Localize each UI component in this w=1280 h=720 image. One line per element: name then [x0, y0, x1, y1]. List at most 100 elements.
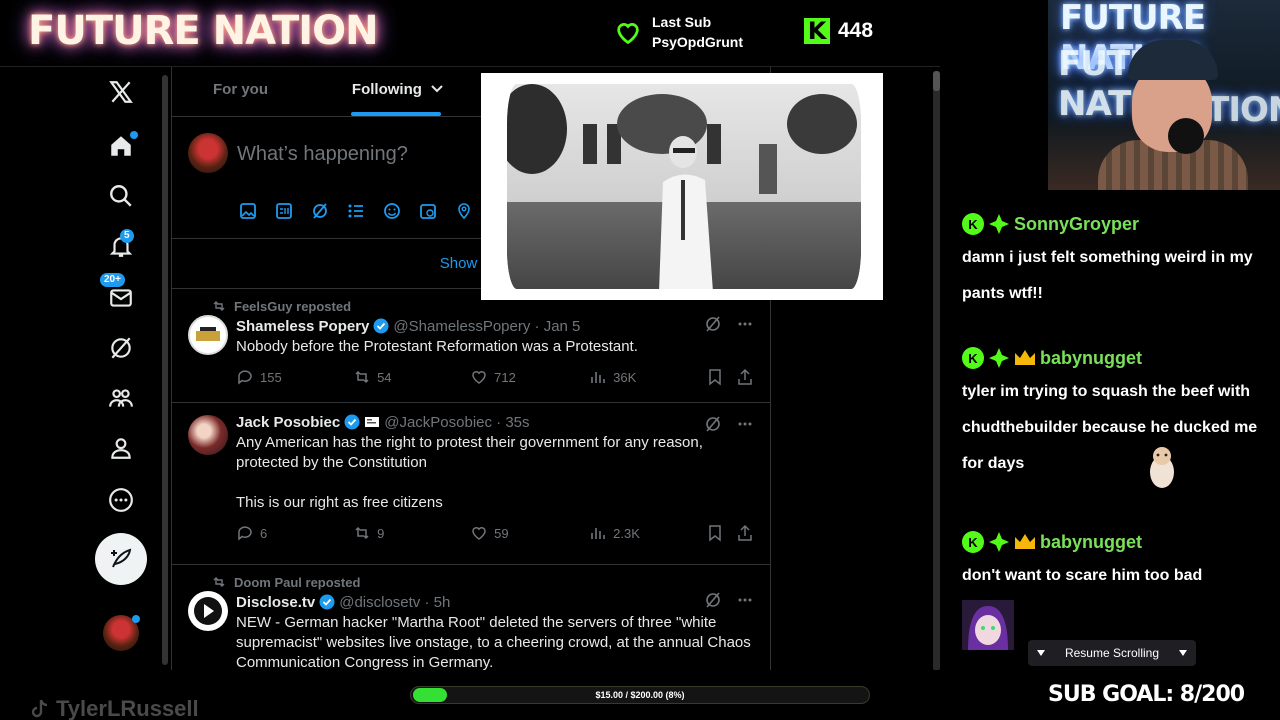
- post-handle-time[interactable]: @disclosetv · 5h: [339, 594, 450, 611]
- overlay-top-bar: FUTURE NATION Last Sub PsyOpdGrunt K 448: [0, 0, 940, 66]
- x-logo-icon[interactable]: [106, 77, 136, 107]
- post-handle-time[interactable]: @ShamelessPopery · Jan 5: [393, 318, 580, 335]
- post-avatar[interactable]: [188, 591, 228, 631]
- stream-chat: K SonnyGroyper damn i just felt somethin…: [942, 190, 1280, 670]
- microphone: [1168, 118, 1204, 154]
- view-count: 36K: [613, 369, 637, 385]
- page-scrollbar[interactable]: [933, 71, 940, 671]
- notifications-icon[interactable]: 5: [106, 229, 136, 261]
- bookmark-button[interactable]: [706, 368, 736, 386]
- grok-icon[interactable]: [106, 333, 136, 363]
- emoji-icon[interactable]: [382, 201, 402, 221]
- more-options-icon[interactable]: [736, 415, 754, 433]
- overlay-bottom-bar: TylerLRussell $15.00 / $200.00 (8%) SUB …: [0, 670, 1280, 720]
- tiktok-icon: [31, 699, 48, 718]
- poll-icon[interactable]: [346, 201, 366, 221]
- like-count: 59: [494, 525, 509, 541]
- post-author-name[interactable]: Shameless Popery: [236, 318, 369, 335]
- post[interactable]: Doom Paul reposted Disclose.tv @disclose…: [172, 565, 770, 671]
- more-options-icon[interactable]: [736, 591, 754, 609]
- post-header: Jack Posobiec @JackPosobiec · 35s: [236, 411, 754, 433]
- repost-button[interactable]: 9: [353, 524, 470, 542]
- more-icon[interactable]: [106, 485, 136, 515]
- chat-text: tyler im trying to squash the beef with …: [962, 383, 1258, 472]
- chat-username[interactable]: babynugget: [1040, 348, 1142, 369]
- chat-message: K babynugget don't want to scare him too…: [962, 528, 1262, 650]
- reply-button[interactable]: 6: [236, 524, 353, 542]
- chevron-down-icon: [431, 85, 443, 93]
- composer-toolbar: [238, 201, 474, 221]
- verified-badge-icon: [319, 594, 335, 610]
- share-button[interactable]: [736, 524, 754, 542]
- chat-text: damn i just felt something weird in my p…: [962, 249, 1253, 302]
- reply-button[interactable]: 155: [236, 368, 353, 386]
- post-handle-time[interactable]: @JackPosobiec · 35s: [384, 414, 529, 431]
- share-button[interactable]: [736, 368, 754, 386]
- bookmark-button[interactable]: [706, 524, 736, 542]
- left-navigation: 5 20+: [0, 67, 170, 671]
- sidebar-scrollbar[interactable]: [162, 75, 168, 665]
- account-status-dot: [132, 615, 140, 623]
- post-avatar[interactable]: [188, 415, 228, 455]
- anime-emote-icon: [962, 600, 1014, 650]
- gif-icon[interactable]: [274, 201, 294, 221]
- account-avatar[interactable]: [103, 615, 140, 651]
- brand-logo: FUTURE NATION: [28, 8, 379, 54]
- repost-count: 54: [377, 369, 392, 385]
- view-count: 2.3K: [613, 525, 640, 541]
- home-icon[interactable]: [106, 131, 138, 161]
- chat-username-row: K babynugget: [962, 344, 1262, 372]
- reply-count: 155: [260, 369, 282, 385]
- views-button[interactable]: 36K: [589, 368, 706, 386]
- post[interactable]: FeelsGuy reposted Shameless Popery @Sham…: [172, 289, 770, 403]
- tab-for-you[interactable]: For you: [172, 67, 309, 116]
- active-tab-underline: [351, 112, 441, 116]
- more-options-icon[interactable]: [736, 315, 754, 333]
- like-button[interactable]: 59: [470, 524, 589, 542]
- post[interactable]: Jack Posobiec @JackPosobiec · 35s Any Am…: [172, 403, 770, 565]
- repost-icon: [355, 526, 369, 540]
- post-text: Nobody before the Protestant Reformation…: [236, 338, 638, 355]
- chat-message: K SonnyGroyper damn i just felt somethin…: [962, 210, 1262, 312]
- composer-input[interactable]: What’s happening?: [237, 143, 408, 166]
- post-avatar[interactable]: [188, 315, 228, 355]
- last-sub-label: Last Sub: [652, 14, 712, 30]
- tab-following[interactable]: Following: [309, 67, 487, 116]
- profile-icon[interactable]: [106, 433, 136, 463]
- like-button[interactable]: 712: [470, 368, 589, 386]
- chat-username[interactable]: SonnyGroyper: [1014, 214, 1139, 235]
- grok-compose-icon[interactable]: [310, 201, 330, 221]
- chat-text: don't want to scare him too bad: [962, 567, 1203, 584]
- repost-button[interactable]: 54: [353, 368, 470, 386]
- grok-explain-icon[interactable]: [704, 415, 722, 433]
- image-icon[interactable]: [238, 201, 258, 221]
- repost-icon: [355, 370, 369, 384]
- post-actions: 155 54 712 36K: [236, 367, 754, 387]
- post-author-name[interactable]: Disclose.tv: [236, 594, 315, 611]
- sub-goal-text: SUB GOAL: 8/200: [1048, 682, 1245, 707]
- post-text: Any American has the right to protest th…: [236, 434, 703, 511]
- schedule-icon[interactable]: [418, 201, 438, 221]
- resume-scrolling-label: Resume Scrolling: [1064, 646, 1160, 660]
- views-button[interactable]: 2.3K: [589, 524, 706, 542]
- post-top-actions: [704, 415, 754, 433]
- feather-plus-icon: [111, 548, 132, 568]
- search-icon[interactable]: [106, 181, 136, 211]
- communities-icon[interactable]: [106, 383, 136, 413]
- compose-post-button[interactable]: [95, 533, 147, 585]
- streamer-tag: TylerLRussell: [30, 696, 199, 720]
- shameless-popery-logo-icon: [196, 327, 220, 341]
- chat-username[interactable]: babynugget: [1040, 532, 1142, 553]
- post-header: Disclose.tv @disclosetv · 5h: [236, 591, 754, 613]
- video-player-overlay[interactable]: [481, 73, 883, 300]
- page-scrollbar-thumb[interactable]: [933, 71, 940, 91]
- grok-explain-icon[interactable]: [704, 591, 722, 609]
- resume-scrolling-button[interactable]: Resume Scrolling: [1028, 640, 1196, 666]
- grok-explain-icon[interactable]: [704, 315, 722, 333]
- messages-icon[interactable]: 20+: [100, 273, 136, 313]
- kick-logo-icon: K: [804, 18, 830, 44]
- last-sub-widget: Last Sub PsyOpdGrunt: [614, 12, 743, 52]
- location-icon[interactable]: [454, 201, 474, 221]
- video-frame: [507, 84, 861, 289]
- post-author-name[interactable]: Jack Posobiec: [236, 414, 340, 431]
